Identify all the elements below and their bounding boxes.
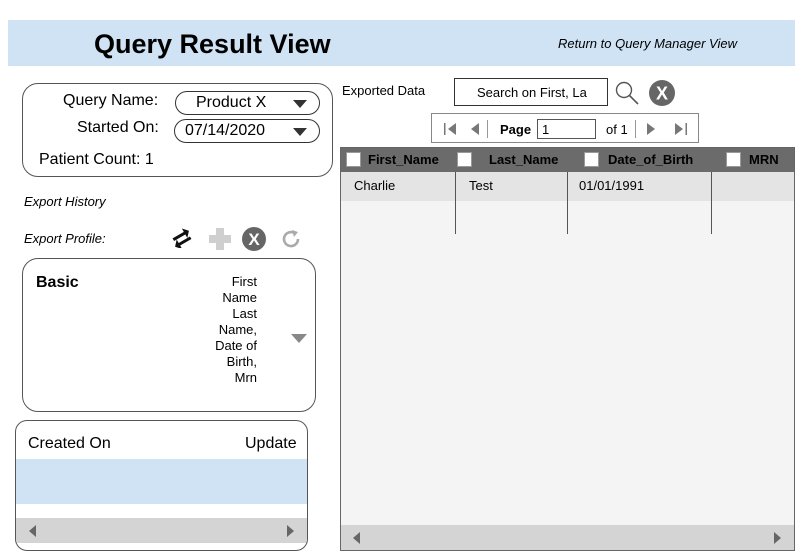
next-page-icon[interactable] (646, 123, 656, 135)
started-on-select[interactable]: 07/14/2020 (174, 119, 320, 143)
patient-count: Patient Count: 1 (39, 151, 154, 168)
close-circle-icon[interactable]: X (241, 226, 267, 252)
svg-text:X: X (248, 230, 260, 249)
search-input[interactable]: Search on First, La (454, 78, 608, 106)
pagination: Page 1 of 1 (431, 113, 699, 143)
chevron-down-icon (293, 128, 307, 136)
history-column-created-on: Created On (28, 435, 111, 452)
prev-page-icon[interactable] (470, 123, 480, 135)
page-number-input[interactable]: 1 (537, 119, 596, 139)
chevron-down-icon (291, 334, 307, 343)
refresh-icon[interactable] (280, 228, 302, 250)
table-row[interactable] (341, 172, 794, 201)
export-history-label: Export History (24, 194, 106, 209)
magnifier-icon[interactable] (613, 80, 641, 106)
select-mrn-checkbox[interactable] (726, 152, 741, 167)
select-first-name-checkbox[interactable] (346, 152, 361, 167)
chevron-down-icon (293, 100, 307, 108)
cell-first-name: Charlie (354, 178, 396, 193)
scroll-left-icon[interactable] (353, 532, 360, 544)
history-scrollbar[interactable] (16, 518, 307, 543)
scroll-right-icon[interactable] (287, 525, 294, 537)
select-date-of-birth-checkbox[interactable] (584, 152, 599, 167)
select-last-name-checkbox[interactable] (457, 152, 472, 167)
profile-name: Basic (36, 274, 79, 291)
export-history-table: Created On Update (15, 420, 308, 551)
started-on-label: Started On: (77, 119, 159, 136)
query-name-label: Query Name: (63, 92, 159, 109)
exported-data-label: Exported Data (342, 83, 426, 98)
plus-icon[interactable] (208, 227, 232, 251)
scroll-left-icon[interactable] (29, 525, 36, 537)
column-first-name[interactable]: First_Name (368, 152, 439, 167)
grid-scrollbar[interactable] (341, 525, 794, 550)
cell-last-name: Test (469, 178, 493, 193)
return-to-query-manager-link[interactable]: Return to Query Manager View (558, 36, 737, 51)
svg-text:X: X (656, 84, 668, 104)
cell-date-of-birth: 01/01/1991 (579, 178, 645, 193)
query-name-value: Product X (196, 94, 267, 111)
page-label: Page (500, 122, 532, 137)
column-last-name[interactable]: Last_Name (489, 152, 558, 167)
title-bar: Query Result View Return to Query Manage… (8, 20, 795, 66)
scroll-right-icon[interactable] (774, 532, 781, 544)
clear-search-icon[interactable]: X (648, 79, 676, 107)
page-of-label: of 1 (606, 122, 628, 137)
history-column-update: Update (245, 435, 297, 452)
export-profile-label: Export Profile: (24, 231, 106, 246)
grid-header: First_Name Last_Name Date_of_Birth MRN (341, 148, 794, 172)
swap-arrows-icon[interactable] (170, 226, 192, 248)
page-title: Query Result View (94, 29, 331, 59)
started-on-value: 07/14/2020 (185, 122, 266, 139)
column-date-of-birth[interactable]: Date_of_Birth (608, 152, 693, 167)
column-mrn[interactable]: MRN (749, 152, 779, 167)
profile-fields: First Name Last Name, Date of Birth, Mrn (215, 274, 257, 385)
query-name-select[interactable]: Product X (175, 91, 320, 115)
history-row[interactable] (16, 459, 307, 504)
last-page-icon[interactable] (673, 123, 687, 135)
exported-data-grid: First_Name Last_Name Date_of_Birth MRN C… (340, 147, 795, 551)
query-info-panel: Query Name: Product X Started On: 07/14/… (22, 83, 333, 177)
export-profile-select[interactable]: Basic First Name Last Name, Date of Birt… (22, 258, 316, 412)
first-page-icon[interactable] (444, 123, 458, 135)
